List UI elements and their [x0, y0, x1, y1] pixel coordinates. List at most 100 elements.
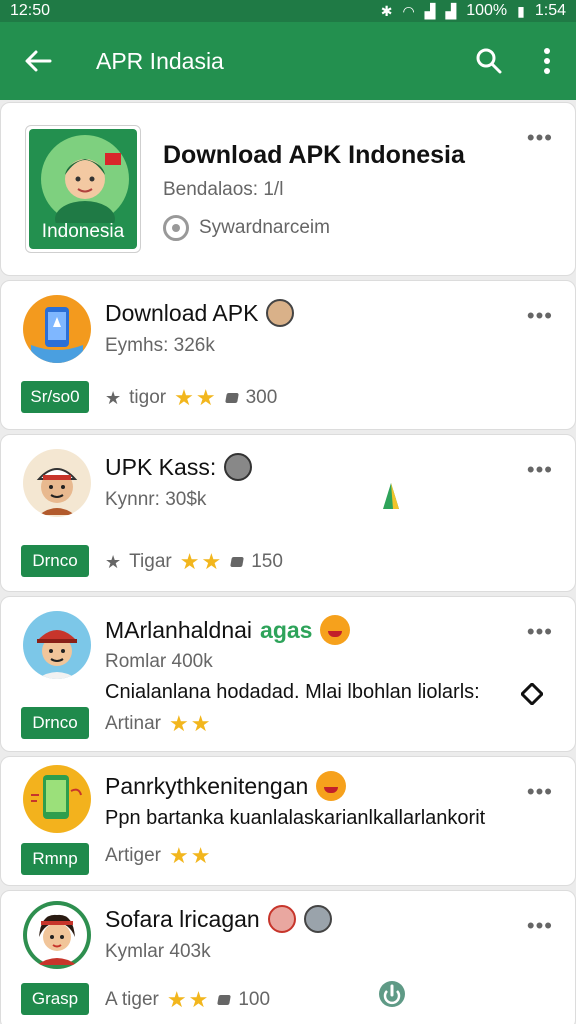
- category-tag[interactable]: Rmnp: [21, 843, 89, 875]
- face-emoji-icon: [224, 453, 253, 481]
- battery-icon: ▮: [517, 3, 525, 19]
- category-label: tigor: [129, 387, 167, 408]
- featured-app-logo: Indonesia: [25, 125, 141, 253]
- avatar-illustration-icon: [41, 135, 129, 237]
- smiley-emoji-icon: [320, 615, 351, 645]
- rating-stars: ★★: [168, 711, 213, 736]
- list-item-title: MArlanhaldnai agas: [105, 615, 351, 645]
- status-bar: 12:50 ✱ ◠ ▟ ▟ 100% ▮ 1:54: [0, 0, 576, 22]
- power-badge-icon: [379, 981, 405, 1007]
- cartoon-person-icon: [36, 468, 78, 515]
- back-arrow-icon: [25, 50, 52, 72]
- battery-percent: 100%: [466, 2, 508, 19]
- list-item-subtitle: Kynnr: 30$k: [105, 489, 207, 510]
- featured-app-developer[interactable]: Sywardnarceim: [163, 215, 330, 241]
- category-tag[interactable]: Grasp: [21, 983, 89, 1015]
- list-item-title: Panrkythkenitengan: [105, 771, 347, 801]
- phone-chat-icon: [31, 775, 82, 819]
- more-vert-icon: [544, 48, 550, 74]
- rating-stars: ★★: [168, 843, 213, 868]
- rating-row: A tiger ★★ 100: [105, 987, 270, 1013]
- phone-app-icon: [31, 307, 83, 363]
- smiley-emoji-icon: [316, 771, 347, 801]
- star-outline-icon: ★: [105, 387, 122, 408]
- category-label: Artiger: [105, 845, 161, 866]
- app-icon: [23, 765, 91, 833]
- category-label: Artinar: [105, 713, 161, 734]
- bluetooth-icon: ✱: [380, 3, 393, 19]
- rating-row: Artiger ★★: [105, 843, 212, 869]
- list-item-title-text: MArlanhaldnai: [105, 616, 253, 643]
- status-clock: 1:54: [534, 2, 566, 19]
- leaf-icon: [383, 483, 399, 509]
- signal-icon: ▟: [424, 3, 436, 19]
- status-time-left: 12:50: [10, 2, 51, 19]
- list-item-subtitle: Romlar 400k: [105, 651, 213, 672]
- app-icon: [23, 449, 91, 517]
- more-options-icon[interactable]: •••: [527, 305, 553, 327]
- app-bar: APR Indasia: [0, 22, 576, 100]
- download-count: 150: [251, 551, 283, 572]
- cartoon-woman-icon: [27, 905, 87, 965]
- diamond-arrow-icon: [521, 683, 543, 705]
- download-count: 100: [238, 989, 271, 1010]
- download-icon: [224, 393, 239, 403]
- search-button[interactable]: [460, 22, 518, 100]
- app-icon: [23, 901, 91, 969]
- category-tag[interactable]: Drnco: [21, 707, 89, 739]
- download-count: 300: [245, 387, 278, 408]
- app-icon: [23, 611, 91, 679]
- rating-stars: ★★: [166, 987, 211, 1012]
- wifi-icon: ◠: [402, 3, 415, 19]
- category-tag[interactable]: Drnco: [21, 545, 89, 577]
- list-item-title-text: UPK Kass:: [105, 453, 217, 480]
- list-item-title-text: Panrkythkenitengan: [105, 772, 309, 799]
- face-emoji-icon: [303, 905, 332, 933]
- featured-logo-caption: Indonesia: [41, 221, 125, 242]
- signal-icon-2: ▟: [445, 3, 457, 19]
- list-item-subtitle: Kymlar 403k: [105, 941, 211, 962]
- list-item[interactable]: ••• Panrkythkenitengan Ppn bartanka kuan…: [0, 756, 576, 886]
- list-item-title-text: Download APK: [105, 299, 259, 326]
- developer-name: Sywardnarceim: [199, 217, 330, 238]
- list-item[interactable]: ••• MArlanhaldnai agas Romlar 400k Cnial…: [0, 596, 576, 752]
- featured-app-title: Download APK Indonesia: [163, 141, 465, 169]
- rating-row: ★ tigor ★★ 300: [105, 385, 277, 411]
- category-label: A tiger: [105, 989, 159, 1010]
- featured-app-subtitle: Bendalaos: 1/l: [163, 179, 284, 200]
- list-item-subtitle: Eymhs: 326k: [105, 335, 215, 356]
- category-tag[interactable]: Sr/so0: [21, 381, 89, 413]
- list-item-title: UPK Kass:: [105, 453, 253, 481]
- face-emoji-icon: [267, 905, 296, 933]
- face-emoji-icon: [266, 299, 295, 327]
- featured-app-card[interactable]: Indonesia ••• Download APK Indonesia Ben…: [0, 102, 576, 276]
- list-item-description: Ppn bartanka kuanlalaskarianlkallarlanko…: [105, 807, 486, 829]
- more-options-icon[interactable]: •••: [527, 915, 553, 937]
- list-item-title: Download APK: [105, 299, 295, 327]
- rating-row: Artinar ★★: [105, 711, 212, 737]
- category-label: Tigar: [129, 551, 172, 572]
- search-icon: [476, 48, 502, 74]
- cartoon-person-icon: [37, 630, 77, 679]
- app-bar-title: APR Indasia: [96, 47, 224, 74]
- list-item[interactable]: ••• UPK Kass: Kynnr: 30$k Drnco ★ Tigar …: [0, 434, 576, 592]
- download-icon: [230, 557, 245, 567]
- more-options-icon[interactable]: •••: [527, 127, 553, 149]
- more-options-icon[interactable]: •••: [527, 459, 553, 481]
- app-icon: [23, 295, 91, 363]
- list-item-title: Sofara lricagan: [105, 905, 332, 933]
- overflow-menu-button[interactable]: [518, 22, 576, 100]
- rating-stars: ★★: [174, 385, 218, 410]
- more-options-icon[interactable]: •••: [527, 621, 553, 643]
- list-item-description: Cnialanlana hodadad. Mlai lbohlan liolar…: [105, 681, 480, 703]
- status-icons: ✱ ◠ ▟ ▟ 100% ▮ 1:54: [381, 2, 566, 20]
- download-icon: [217, 995, 232, 1005]
- list-item-title-extra: agas: [260, 616, 313, 643]
- rating-row: ★ Tigar ★★ 150: [105, 549, 283, 575]
- list-item-title-text: Sofara lricagan: [105, 905, 260, 932]
- list-item[interactable]: ••• Sofara lricagan Kymlar 403k Grasp A …: [0, 890, 576, 1024]
- developer-badge-icon: [163, 215, 189, 241]
- more-options-icon[interactable]: •••: [527, 781, 553, 803]
- back-button[interactable]: [0, 22, 76, 100]
- list-item[interactable]: ••• Download APK Eymhs: 326k Sr/so0 ★ ti…: [0, 280, 576, 430]
